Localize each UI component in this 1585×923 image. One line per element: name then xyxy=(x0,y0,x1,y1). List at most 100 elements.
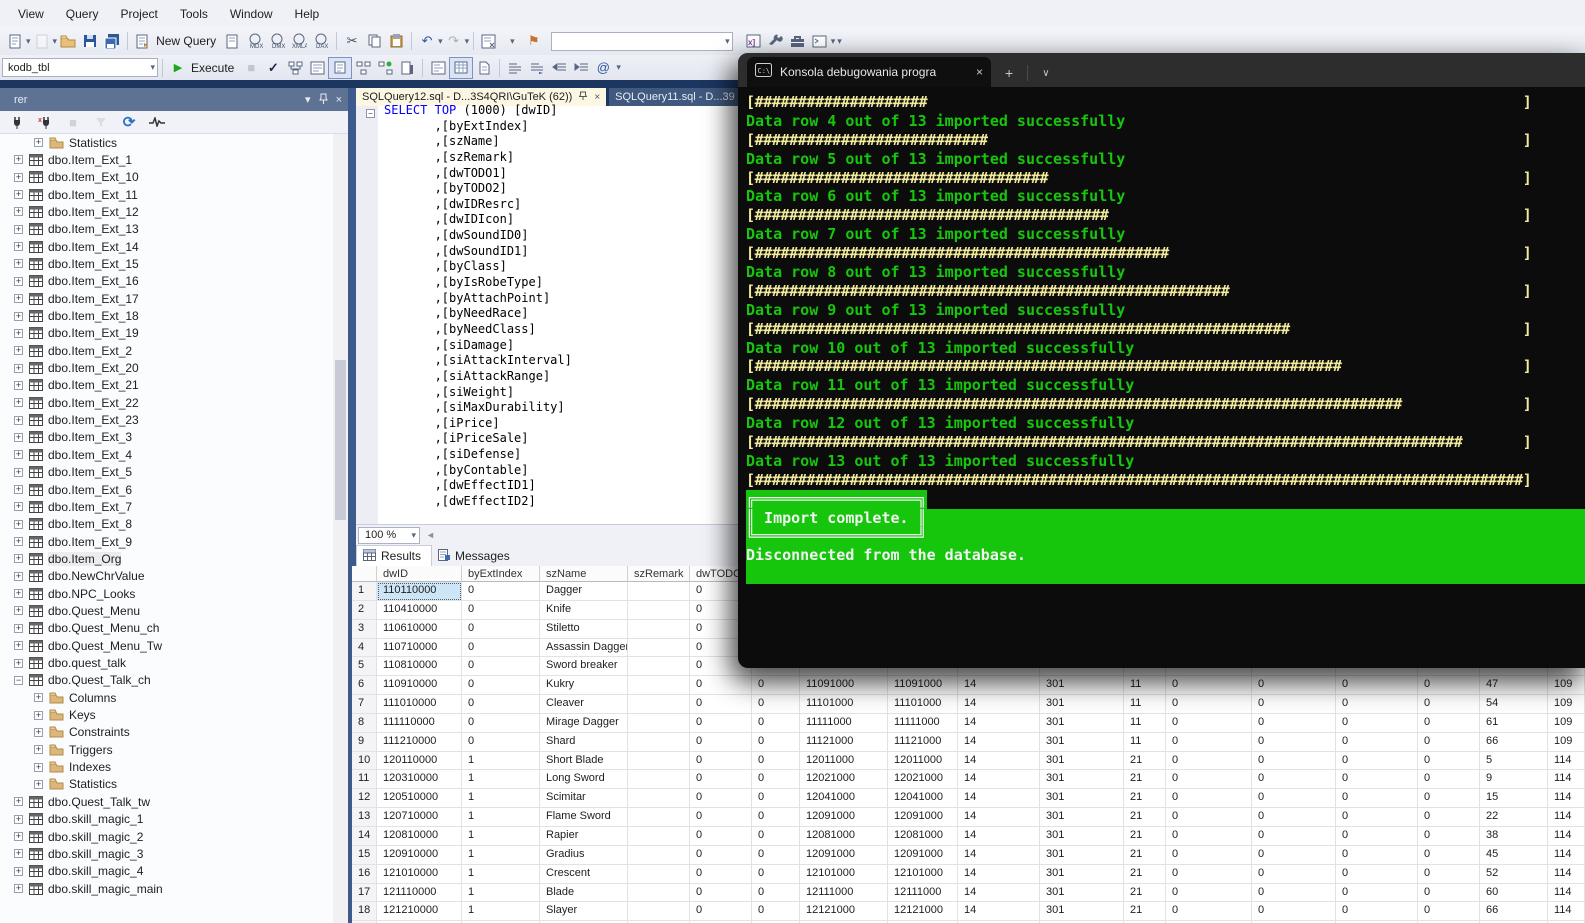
tree-item-dbo-quest-menu-ch[interactable]: + dbo.Quest_Menu_ch xyxy=(0,620,159,637)
tree-item-dbo-item-ext-21[interactable]: + dbo.Item_Ext_21 xyxy=(0,377,139,394)
tree-item-dbo-skill-magic-main[interactable]: + dbo.skill_magic_main xyxy=(0,880,163,897)
search-combo-dropdown-icon[interactable]: ▾ xyxy=(725,36,730,47)
grid-cell[interactable]: Gradius xyxy=(540,845,628,865)
grid-cell[interactable]: 12101000 xyxy=(888,864,958,884)
grid-cell[interactable]: 0 xyxy=(752,713,800,733)
grid-cell[interactable]: 0 xyxy=(1252,751,1336,771)
results-to-grid-icon[interactable] xyxy=(449,56,474,79)
redo-dropdown-icon[interactable]: ▾ xyxy=(465,36,470,47)
grid-cell[interactable]: 1 xyxy=(462,902,540,922)
grid-cell[interactable]: 13 xyxy=(352,808,377,827)
save-all-icon[interactable] xyxy=(101,31,123,51)
grid-cell[interactable]: 14 xyxy=(958,808,1040,827)
specify-values-icon[interactable]: @ xyxy=(592,58,614,78)
grid-cell[interactable]: 0 xyxy=(1166,695,1252,714)
grid-cell[interactable]: 0 xyxy=(462,713,540,733)
tree-expander-icon[interactable]: + xyxy=(14,884,23,894)
tree-item-statistics[interactable]: + Statistics xyxy=(0,134,117,151)
tree-expander-icon[interactable]: + xyxy=(14,207,23,217)
grid-cell[interactable]: 0 xyxy=(1166,864,1252,884)
grid-cell[interactable]: 110410000 xyxy=(377,600,462,620)
grid-cell[interactable]: 21 xyxy=(1124,808,1166,827)
live-query-stats-icon[interactable] xyxy=(374,58,396,78)
tree-item-dbo-item-ext-23[interactable]: + dbo.Item_Ext_23 xyxy=(0,412,139,429)
grid-cell[interactable]: 14 xyxy=(958,902,1040,922)
grid-cell[interactable]: 0 xyxy=(752,845,800,865)
grid-cell[interactable]: Rapier xyxy=(540,826,628,846)
grid-cell[interactable]: 1 xyxy=(462,826,540,846)
grid-cell[interactable] xyxy=(628,826,690,846)
grid-cell[interactable]: 0 xyxy=(462,638,540,658)
terminal-titlebar[interactable]: C:\ Konsola debugowania progra × + ∨ xyxy=(738,53,1585,87)
grid-cell[interactable]: 0 xyxy=(1336,789,1418,809)
tree-item-dbo-item-ext-2[interactable]: + dbo.Item_Ext_2 xyxy=(0,342,132,359)
grid-cell[interactable]: 47 xyxy=(1480,676,1548,696)
grid-cell[interactable]: 0 xyxy=(690,751,752,771)
grid-cell[interactable]: 110110000 xyxy=(377,582,462,601)
activity-monitor-icon[interactable] xyxy=(146,112,168,132)
grid-cell[interactable]: 110810000 xyxy=(377,657,462,677)
grid-cell[interactable]: 0 xyxy=(1252,808,1336,827)
grid-cell[interactable]: Blade xyxy=(540,883,628,903)
grid-cell[interactable]: 110710000 xyxy=(377,638,462,658)
tree-expander-icon[interactable]: + xyxy=(14,519,23,529)
grid-cell[interactable]: 0 xyxy=(1336,770,1418,790)
grid-cell[interactable]: 0 xyxy=(752,789,800,809)
grid-cell[interactable]: Stiletto xyxy=(540,619,628,639)
tree-item-dbo-skill-magic-1[interactable]: + dbo.skill_magic_1 xyxy=(0,811,143,828)
tree-item-keys[interactable]: + Keys xyxy=(0,707,96,724)
new-query-button[interactable]: New Query xyxy=(156,34,216,48)
sidebar-scrollbar-thumb[interactable] xyxy=(335,360,346,520)
grid-cell[interactable]: 9 xyxy=(1480,770,1548,790)
tree-item-dbo-item-ext-22[interactable]: + dbo.Item_Ext_22 xyxy=(0,394,139,411)
grid-cell[interactable]: 0 xyxy=(1252,676,1336,696)
grid-cell[interactable]: 0 xyxy=(752,864,800,884)
grid-cell[interactable]: Slayer xyxy=(540,902,628,922)
grid-cell[interactable]: 14 xyxy=(958,695,1040,714)
grid-cell[interactable]: 5 xyxy=(352,657,377,677)
menu-query[interactable]: Query xyxy=(56,3,109,25)
execute-play-icon[interactable]: ▶ xyxy=(167,58,189,78)
grid-cell[interactable]: 21 xyxy=(1124,883,1166,903)
grid-cell[interactable]: 52 xyxy=(1480,864,1548,884)
tree-item-dbo-item-ext-12[interactable]: + dbo.Item_Ext_12 xyxy=(0,203,139,220)
grid-cell[interactable]: 21 xyxy=(1124,845,1166,865)
tab-pin-icon[interactable] xyxy=(578,91,588,103)
stop-icon[interactable]: ■ xyxy=(62,112,84,132)
grid-cell[interactable]: 21 xyxy=(1124,864,1166,884)
grid-cell[interactable]: 0 xyxy=(1166,845,1252,865)
tree-expander-icon[interactable]: + xyxy=(14,363,23,373)
grid-cell[interactable]: 9 xyxy=(352,732,377,752)
open-file-icon[interactable] xyxy=(57,31,79,51)
decrease-indent-icon[interactable] xyxy=(548,58,570,78)
grid-cell[interactable]: 121110000 xyxy=(377,883,462,903)
tree-expander-icon[interactable]: + xyxy=(14,190,23,200)
grid-cell[interactable]: 6 xyxy=(352,676,377,696)
terminal-new-tab-icon[interactable]: + xyxy=(1005,65,1013,81)
grid-cell[interactable]: 301 xyxy=(1040,751,1124,771)
grid-cell[interactable]: Short Blade xyxy=(540,751,628,771)
grid-cell[interactable]: 109 xyxy=(1548,732,1585,752)
tree-expander-icon[interactable]: − xyxy=(14,675,23,685)
grid-cell[interactable]: 11 xyxy=(1124,732,1166,752)
tree-expander-icon[interactable]: + xyxy=(14,328,23,338)
tree-item-constraints[interactable]: + Constraints xyxy=(0,724,130,741)
save-icon[interactable] xyxy=(79,31,101,51)
copy-icon[interactable] xyxy=(363,31,385,51)
include-actual-plan-icon[interactable] xyxy=(352,58,374,78)
grid-cell[interactable]: 0 xyxy=(1166,770,1252,790)
grid-cell[interactable]: 66 xyxy=(1480,732,1548,752)
grid-cell[interactable]: 11121000 xyxy=(800,732,888,752)
tree-item-dbo-npc-looks[interactable]: + dbo.NPC_Looks xyxy=(0,585,135,602)
grid-cell[interactable] xyxy=(628,638,690,658)
tab-results[interactable]: Results xyxy=(356,545,433,566)
grid-cell[interactable]: 0 xyxy=(752,695,800,714)
grid-cell[interactable]: 18 xyxy=(352,902,377,922)
grid-cell[interactable]: 21 xyxy=(1124,770,1166,790)
display-estimated-plan-icon[interactable] xyxy=(284,58,306,78)
tree-expander-icon[interactable]: + xyxy=(14,432,23,442)
grid-header-cell[interactable]: szRemark xyxy=(628,566,690,582)
tree-item-dbo-item-org[interactable]: + dbo.Item_Org xyxy=(0,550,122,567)
tree-expander-icon[interactable]: + xyxy=(34,710,43,720)
grid-cell[interactable] xyxy=(628,582,690,601)
